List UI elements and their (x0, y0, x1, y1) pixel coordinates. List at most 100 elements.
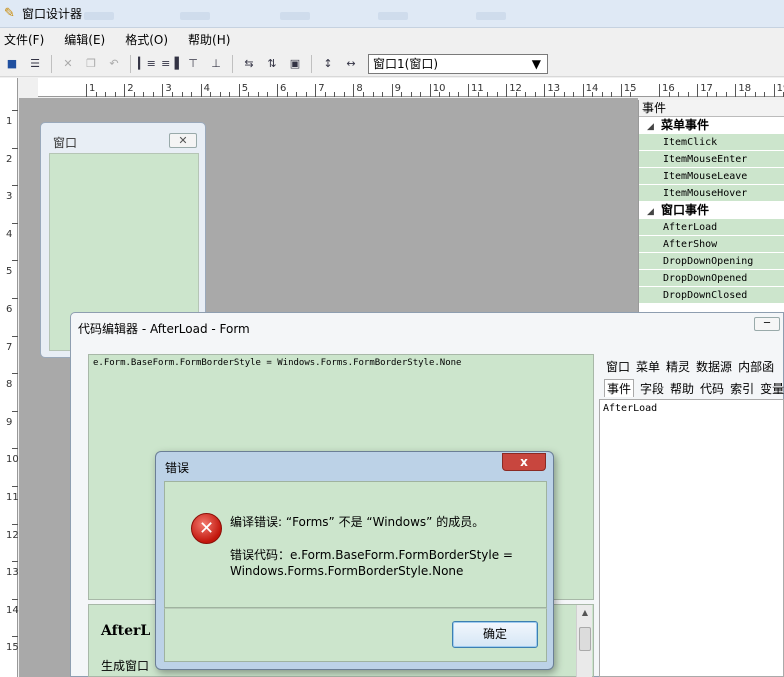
ruler-tick (391, 84, 393, 97)
event-group[interactable]: ◢ 窗口事件 (639, 202, 784, 219)
menu-help[interactable]: 帮助(H) (188, 31, 240, 48)
menu-format[interactable]: 格式(O) (125, 31, 178, 48)
toolbar-separator (311, 54, 312, 73)
ruler-number: 14 (6, 604, 19, 616)
scroll-up-icon[interactable]: ▲ (577, 605, 593, 621)
ruler-tick (12, 486, 18, 487)
event-item[interactable]: DropDownOpening (639, 253, 784, 270)
list-icon[interactable]: ☰ (25, 54, 45, 74)
center-horizontal-icon[interactable]: ↔ (341, 54, 361, 74)
align-left-icon[interactable]: ▎≡ (137, 54, 157, 74)
event-item[interactable]: ItemClick (639, 134, 784, 151)
ruler-minor-tick (678, 92, 680, 97)
tab-events[interactable]: 事件 (604, 379, 635, 397)
menu-file[interactable]: 文件(F) (4, 31, 54, 48)
tab-help[interactable]: 帮助 (670, 380, 694, 397)
help-text: 生成窗口 (101, 659, 150, 673)
ruler-tick (12, 448, 18, 450)
same-width-icon[interactable]: ⇆ (239, 54, 259, 74)
event-item[interactable]: AfterShow (639, 236, 784, 253)
tab-code[interactable]: 代码 (700, 380, 724, 397)
tab-internal-functions[interactable]: 内部函 (738, 358, 774, 375)
save-icon[interactable]: ■ (2, 54, 22, 74)
tab-window[interactable]: 窗口 (606, 358, 630, 375)
ruler-tick (12, 222, 18, 224)
event-item[interactable]: ItemMouseLeave (639, 168, 784, 185)
ruler-tick (238, 84, 240, 97)
ruler-tick (162, 84, 164, 97)
error-code-line-1: 错误代码：e.Form.BaseForm.FormBorderStyle = (230, 548, 513, 562)
error-code-line-2: Windows.Forms.FormBorderStyle.None (230, 564, 464, 578)
tab-variables[interactable]: 变量 (760, 380, 784, 397)
event-item[interactable]: ItemMouseHover (639, 185, 784, 202)
scroll-thumb[interactable] (579, 627, 591, 651)
same-height-icon[interactable]: ⇅ (262, 54, 282, 74)
ruler-tick (277, 84, 278, 97)
event-item[interactable]: ItemMouseEnter (639, 151, 784, 168)
tab-fields[interactable]: 字段 (640, 380, 664, 397)
tab-wizard[interactable]: 精灵 (666, 358, 690, 375)
collapse-triangle-icon[interactable]: ◢ (647, 204, 661, 221)
ruler-number: 5 (6, 266, 13, 278)
tab-datasource[interactable]: 数据源 (696, 358, 732, 375)
ruler-number: 3 (6, 191, 13, 203)
ruler-minor-tick (219, 92, 221, 97)
vertical-scrollbar[interactable]: ▲ (576, 605, 592, 677)
error-dialog: 错误 x ✕ 编译错误: “Forms” 不是 “Windows” 的成员。 错… (155, 451, 554, 670)
ruler-tick (86, 84, 87, 97)
component-selector-value: 窗口1(窗口) (373, 57, 438, 71)
align-top-icon[interactable]: ⊤ (183, 54, 203, 74)
ruler-minor-tick (229, 92, 231, 97)
ruler-minor-tick (267, 92, 269, 97)
delete-icon[interactable]: ✕ (58, 54, 78, 74)
ruler-tick (12, 636, 18, 638)
horizontal-ruler: 1 2 3 4 5 6 7 8 9 10 11 12 13 14 15 (38, 78, 651, 97)
same-size-icon[interactable]: ▣ (285, 54, 305, 74)
ruler-tick (12, 298, 18, 299)
designer-form-title: 窗口 (53, 136, 78, 150)
event-item[interactable]: DropDownOpened (639, 270, 784, 287)
vertical-ruler: 1 2 3 4 5 6 7 8 9 10 11 12 13 14 15 (0, 78, 19, 677)
reference-list[interactable]: AfterLoad (599, 399, 784, 677)
events-panel-header: 事件 (639, 100, 784, 117)
ok-button[interactable]: 确定 (452, 621, 538, 648)
close-button[interactable]: x (502, 453, 546, 471)
ruler-minor-tick (324, 92, 326, 97)
copy-icon[interactable]: ❐ (81, 54, 101, 74)
error-message: 编译错误: “Forms” 不是 “Windows” 的成员。 (230, 515, 485, 529)
ruler-tick (506, 84, 508, 97)
help-heading: AfterL (101, 623, 151, 639)
ruler-minor-tick (372, 92, 374, 97)
ruler-minor-tick (296, 92, 298, 97)
center-vertical-icon[interactable]: ↕ (318, 54, 338, 74)
ruler-number: 11 (6, 492, 19, 503)
ruler-number: 1 (89, 83, 96, 94)
ruler-tick (315, 84, 317, 97)
minimize-icon[interactable]: ─ (754, 317, 780, 331)
ruler-number: 15 (6, 642, 19, 654)
ruler-minor-tick (248, 92, 250, 97)
ruler-tick (735, 84, 737, 97)
align-bottom-icon[interactable]: ⊥ (206, 54, 226, 74)
event-group[interactable]: ◢ 菜单事件 (639, 117, 784, 134)
ruler-number: 10 (6, 454, 19, 466)
error-icon: ✕ (191, 513, 222, 544)
tab-menu[interactable]: 菜单 (636, 358, 660, 375)
tab-index[interactable]: 索引 (730, 380, 754, 397)
ruler-minor-tick (687, 92, 689, 97)
ruler-minor-tick (706, 92, 708, 97)
list-item[interactable]: AfterLoad (603, 403, 657, 414)
ruler-minor-tick (601, 92, 603, 97)
ruler-minor-tick (515, 92, 517, 97)
event-item[interactable]: DropDownClosed (639, 287, 784, 304)
ruler-number: 5 (241, 83, 249, 94)
ruler-number: 8 (356, 83, 363, 94)
horizontal-ruler-right: 16171819 (638, 78, 784, 97)
ruler-number: 3 (165, 83, 172, 94)
undo-icon[interactable]: ↶ (104, 54, 124, 74)
align-right-icon[interactable]: ≡▐ (160, 54, 180, 74)
menu-edit[interactable]: 编辑(E) (64, 31, 115, 48)
component-selector[interactable]: 窗口1(窗口) ▼ (368, 53, 548, 74)
event-item[interactable]: AfterLoad (639, 219, 784, 236)
collapse-triangle-icon[interactable]: ◢ (647, 119, 661, 136)
